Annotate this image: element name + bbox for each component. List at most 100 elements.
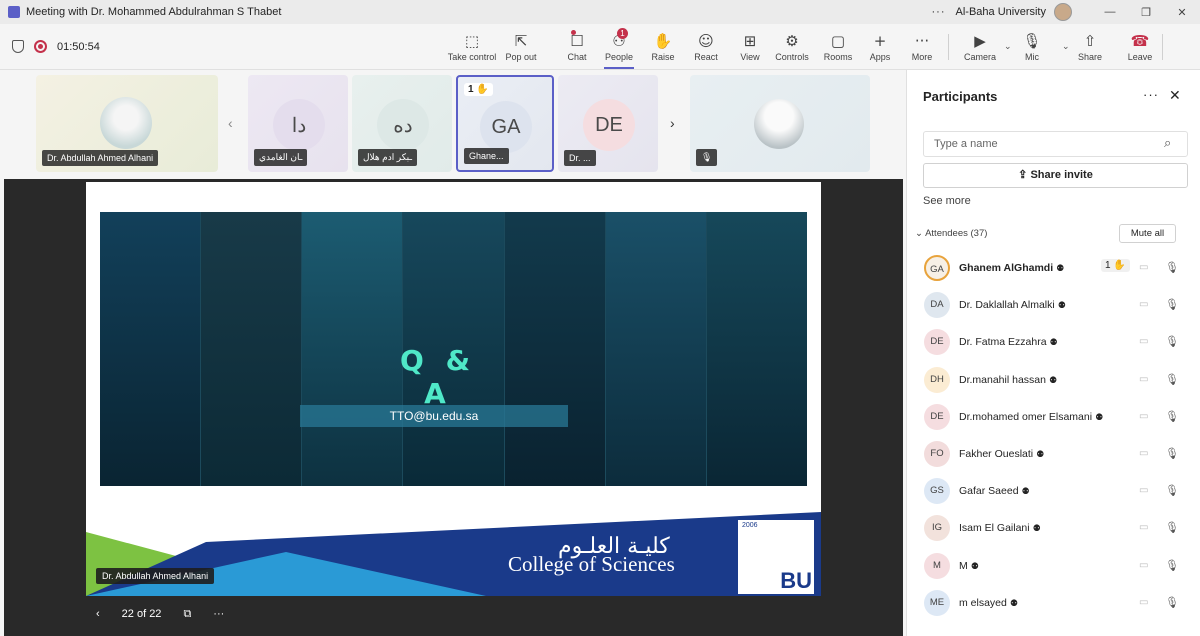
participant-avatar: GA xyxy=(924,255,950,281)
participant-avatar: IG xyxy=(924,515,950,542)
tile-avatar: ده xyxy=(377,99,429,151)
shield-icon[interactable] xyxy=(12,40,24,53)
mute-all-button[interactable]: Mute all xyxy=(1119,224,1176,243)
mic-muted-icon[interactable]: 🎙 xyxy=(1165,410,1179,423)
toolbar-label: Chat xyxy=(567,52,587,62)
toolbar-apps-button[interactable]: + Apps xyxy=(864,24,896,70)
mic-muted-icon[interactable]: 🎙 xyxy=(1165,373,1179,386)
more-slide-options-icon[interactable]: ··· xyxy=(213,608,224,620)
mic-muted-icon[interactable]: 🎙 xyxy=(1165,447,1179,460)
video-tile-active[interactable]: 1 ✋ GA Ghane... xyxy=(456,75,554,172)
video-tile[interactable]: Dr. Abdullah Ahmed Alhani xyxy=(36,75,218,172)
slide-thumbnails-icon[interactable]: ⧉ xyxy=(183,607,191,621)
video-tile[interactable]: DE Dr. ... xyxy=(558,75,658,172)
toolbar-controls-button[interactable]: ⚙ Controls xyxy=(770,24,814,70)
participant-row[interactable]: IG Isam El Gailani ⚉ ▭ 🎙 xyxy=(907,510,1200,547)
video-tile[interactable]: ده ـبكر ادم هلال xyxy=(352,75,452,172)
participant-row[interactable]: GA Ghanem AlGhamdi ⚉ 1 ✋ ▭ 🎙 xyxy=(907,250,1200,287)
participant-avatar: FO xyxy=(924,440,950,467)
participant-avatar: M xyxy=(924,552,950,579)
teams-logo-icon xyxy=(8,6,20,18)
participant-avatar: DA xyxy=(924,292,950,319)
participant-row[interactable]: DE Dr. Fatma Ezzahra ⚉ ▭ 🎙 xyxy=(907,324,1200,361)
apps-icon: + xyxy=(873,32,887,50)
meeting-toolbar: 01:50:54 ⬚ Take control ⇱ Pop out ☐ Chat ⚇ Peop… xyxy=(0,24,1200,70)
video-tile[interactable]: دا ـان الغامدي xyxy=(248,75,348,172)
video-tile[interactable]: 🎙 xyxy=(690,75,870,172)
toolbar-take-control-button[interactable]: ⬚ Take control xyxy=(444,24,500,70)
more-options-icon[interactable]: ··· xyxy=(932,6,946,18)
mic-muted-icon[interactable]: 🎙 xyxy=(1165,596,1179,609)
external-user-icon: ⚉ xyxy=(1056,264,1065,274)
participant-row[interactable]: FO Fakher Oueslati ⚉ ▭ 🎙 xyxy=(907,436,1200,473)
toolbar-label: Pop out xyxy=(505,52,537,62)
search-participants-input[interactable]: Type a name xyxy=(923,131,1188,157)
participant-row[interactable]: DE Dr.mohamed omer Elsamani ⚉ ▭ 🎙 xyxy=(907,399,1200,436)
mic-muted-icon[interactable]: 🎙 xyxy=(1165,484,1179,497)
external-user-icon: ⚉ xyxy=(1049,338,1058,349)
participant-row[interactable]: GS Gafar Saeed ⚉ ▭ 🎙 xyxy=(907,473,1200,510)
participant-row[interactable]: M M ⚉ ▭ 🎙 xyxy=(907,548,1200,585)
camera-off-icon: ▭ xyxy=(1139,299,1149,311)
toolbar-label: Raise xyxy=(651,52,675,62)
mic-muted-icon[interactable]: 🎙 xyxy=(1165,261,1179,274)
toolbar-chat-button[interactable]: ☐ Chat xyxy=(562,24,592,70)
camera-icon: ▶ xyxy=(974,32,986,50)
chevron-left-icon[interactable]: ‹ xyxy=(228,115,233,131)
tile-name: Dr. Abdullah Ahmed Alhani xyxy=(42,150,159,166)
external-user-icon: ⚉ xyxy=(1009,598,1018,609)
mic-muted-icon[interactable]: 🎙 xyxy=(1165,335,1179,348)
toolbar-label: React xyxy=(694,52,718,62)
org-name[interactable]: Al-Baha University xyxy=(956,6,1046,18)
toolbar-camera-button[interactable]: ▶ Camera xyxy=(958,24,1002,70)
toolbar-label: Mic xyxy=(1025,52,1039,62)
chevron-down-icon[interactable]: ⌄ xyxy=(1004,41,1012,52)
chevron-right-icon[interactable]: › xyxy=(670,115,675,131)
see-more-link[interactable]: See more xyxy=(923,195,971,207)
camera-off-icon: ▭ xyxy=(1139,262,1149,273)
tile-name: ـبكر ادم هلال xyxy=(358,149,418,166)
toolbar-react-button[interactable]: ☺ React xyxy=(690,24,722,70)
participant-photo xyxy=(100,97,152,149)
pop-out-icon: ⇱ xyxy=(514,32,528,50)
participant-row[interactable]: DA Dr. Daklallah Almalki ⚉ ▭ 🎙 xyxy=(907,287,1200,324)
mic-muted-icon[interactable]: 🎙 xyxy=(1165,298,1179,311)
participant-list: GA Ghanem AlGhamdi ⚉ 1 ✋ ▭ 🎙 DA Dr. Daklallah A… xyxy=(907,250,1200,622)
mic-muted-icon[interactable]: 🎙 xyxy=(1165,559,1179,572)
close-window-icon[interactable]: ✕ xyxy=(1164,6,1200,19)
participant-name: Dr.mohamed omer Elsamani ⚉ xyxy=(959,410,1104,423)
mic-muted-icon[interactable]: 🎙 xyxy=(1165,521,1179,534)
account-avatar[interactable] xyxy=(1054,3,1072,21)
participant-name: Dr. Fatma Ezzahra ⚉ xyxy=(959,336,1058,349)
external-user-icon: ⚉ xyxy=(1095,412,1104,423)
participant-avatar: ME xyxy=(924,589,950,616)
chevron-down-icon[interactable]: ⌄ xyxy=(1062,41,1070,52)
previous-slide-icon[interactable]: ‹ xyxy=(96,608,100,620)
toolbar-share-button[interactable]: ⇧ Share xyxy=(1074,24,1106,70)
search-icon[interactable]: ⌕ xyxy=(1164,136,1171,151)
close-panel-icon[interactable]: ✕ xyxy=(1169,87,1181,104)
camera-off-icon: ▭ xyxy=(1139,373,1149,385)
share-invite-button[interactable]: ⇪ Share invite xyxy=(923,163,1188,188)
tile-name: Dr. ... xyxy=(564,150,596,166)
toolbar-raise-button[interactable]: ✋ Raise xyxy=(648,24,678,70)
toolbar-label: More xyxy=(911,52,933,62)
people-count-badge: 1 xyxy=(617,28,628,39)
title-bar: Meeting with Dr. Mohammed Abdulrahman S … xyxy=(0,0,1200,24)
participant-row[interactable]: ME m elsayed ⚉ ▭ 🎙 xyxy=(907,585,1200,622)
toolbar-rooms-button[interactable]: ▢ Rooms xyxy=(818,24,858,70)
minimize-icon[interactable]: — xyxy=(1092,6,1128,18)
restore-icon[interactable]: ❐ xyxy=(1128,6,1164,19)
bu-logo: 2006 BU xyxy=(738,520,814,594)
toolbar-mic-button[interactable]: 🎙 Mic xyxy=(1014,24,1050,70)
toolbar-label: Controls xyxy=(775,52,809,62)
toolbar-more-button[interactable]: ··· More xyxy=(902,24,942,70)
toolbar-leave-button[interactable]: ☎ Leave xyxy=(1120,24,1160,70)
toolbar-pop-out-button[interactable]: ⇱ Pop out xyxy=(502,24,540,70)
external-user-icon: ⚉ xyxy=(970,561,979,572)
panel-more-icon[interactable]: ··· xyxy=(1143,87,1159,102)
participant-row[interactable]: DH Dr.manahil hassan ⚉ ▭ 🎙 xyxy=(907,362,1200,399)
toolbar-view-button[interactable]: ⊞ View xyxy=(734,24,766,70)
toolbar-people-button[interactable]: ⚇ People 1 xyxy=(600,24,638,70)
attendees-header[interactable]: ⌄ Attendees (37) xyxy=(915,228,987,239)
